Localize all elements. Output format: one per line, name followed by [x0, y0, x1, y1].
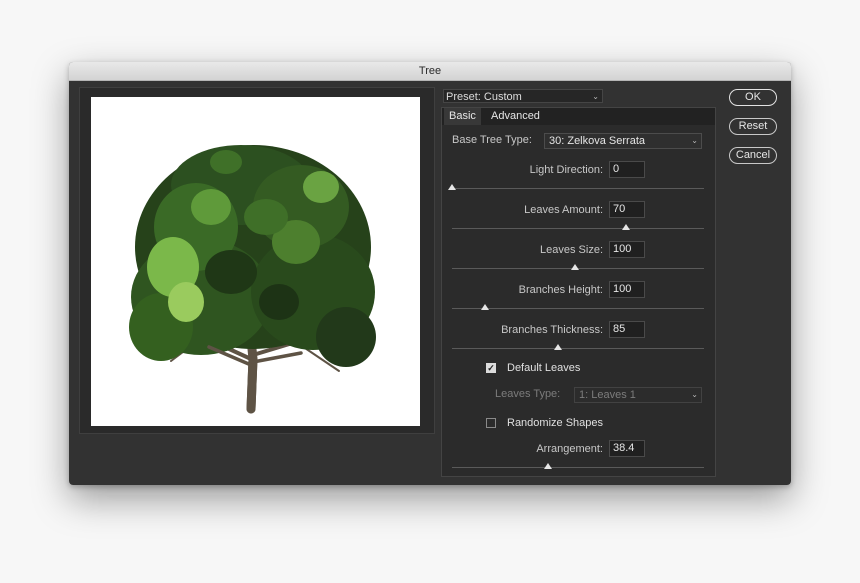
- leaves-amount-track[interactable]: [452, 224, 704, 230]
- light-direction-slider-thumb[interactable]: [448, 184, 456, 190]
- leaves-amount-slider-thumb[interactable]: [621, 224, 630, 230]
- randomize-shapes-checkbox[interactable]: ✓: [486, 418, 496, 428]
- chevron-down-icon: ⌄: [691, 136, 698, 145]
- light-direction-input[interactable]: 0: [609, 161, 645, 178]
- tree-dialog: Tree Preset: Custom ⌄ Basic Advanced Bas…: [69, 62, 791, 485]
- branches-thickness-track[interactable]: [452, 344, 704, 350]
- branches-height-input[interactable]: 100: [609, 281, 645, 298]
- window-title: Tree: [69, 62, 791, 81]
- preset-dropdown[interactable]: Preset: Custom ⌄: [443, 89, 603, 103]
- default-leaves-label[interactable]: Default Leaves: [507, 362, 580, 374]
- branches-thickness-slider-thumb[interactable]: [553, 344, 562, 350]
- checkmark-icon: ✓: [487, 418, 495, 428]
- base-tree-type-label: Base Tree Type:: [452, 134, 532, 146]
- tree-preview: [91, 97, 420, 426]
- branches-height-label: Branches Height:: [518, 284, 603, 296]
- branches-thickness-label: Branches Thickness:: [501, 324, 603, 336]
- arrangement-label: Arrangement:: [536, 443, 603, 455]
- tab-bar: Basic Advanced: [442, 108, 715, 125]
- base-tree-type-value: 30: Zelkova Serrata: [549, 135, 645, 147]
- tree-image: [129, 145, 376, 414]
- leaves-size-input[interactable]: 100: [609, 241, 645, 258]
- branches-thickness-input[interactable]: 85: [609, 321, 645, 338]
- settings-panel: Basic Advanced Base Tree Type: 30: Zelko…: [441, 107, 716, 477]
- randomize-shapes-label[interactable]: Randomize Shapes: [507, 417, 603, 429]
- branches-height-slider-thumb[interactable]: [480, 304, 489, 310]
- cancel-button[interactable]: Cancel: [729, 147, 777, 164]
- branches-height-track[interactable]: [452, 304, 704, 310]
- chevron-down-icon: ⌄: [691, 390, 698, 399]
- leaves-size-slider-thumb[interactable]: [571, 264, 580, 270]
- leaves-type-value: 1: Leaves 1: [579, 389, 636, 401]
- arrangement-slider-thumb[interactable]: [543, 463, 552, 469]
- leaves-size-track[interactable]: [452, 264, 704, 270]
- dialog-shadow: Tree Preset: Custom ⌄ Basic Advanced Bas…: [69, 62, 791, 485]
- tab-advanced[interactable]: Advanced: [486, 108, 545, 125]
- tab-basic[interactable]: Basic: [444, 108, 481, 125]
- chevron-down-icon: ⌄: [592, 92, 599, 101]
- default-leaves-checkbox[interactable]: ✓: [486, 363, 496, 373]
- checkmark-icon: ✓: [487, 363, 495, 373]
- leaves-type-dropdown[interactable]: 1: Leaves 1 ⌄: [574, 387, 702, 403]
- light-direction-label: Light Direction:: [529, 164, 603, 176]
- reset-button[interactable]: Reset: [729, 118, 777, 135]
- base-tree-type-dropdown[interactable]: 30: Zelkova Serrata ⌄: [544, 133, 702, 149]
- leaves-amount-label: Leaves Amount:: [524, 204, 603, 216]
- ok-button[interactable]: OK: [729, 89, 777, 106]
- arrangement-input[interactable]: 38.4: [609, 440, 645, 457]
- leaves-amount-input[interactable]: 70: [609, 201, 645, 218]
- preset-label: Preset: Custom: [446, 91, 522, 103]
- leaves-type-label: Leaves Type:: [495, 388, 561, 400]
- preview-frame: [79, 87, 435, 434]
- light-direction-track[interactable]: [448, 184, 704, 190]
- arrangement-track[interactable]: [452, 463, 704, 469]
- leaves-size-label: Leaves Size:: [540, 244, 603, 256]
